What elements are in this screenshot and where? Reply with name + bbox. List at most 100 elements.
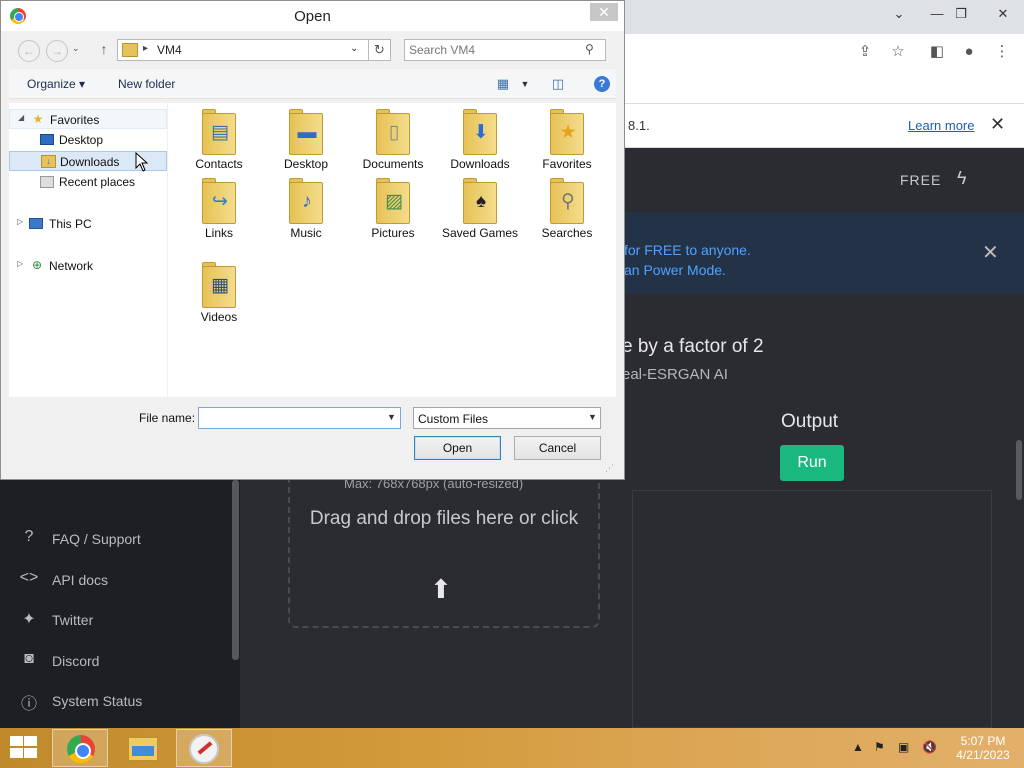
dropzone-text[interactable]: Drag and drop files here or click xyxy=(300,503,588,535)
help-icon[interactable]: ? xyxy=(594,76,610,92)
tree-item-network[interactable]: ▷ ⊕ Network xyxy=(9,256,167,276)
folder-contacts[interactable]: ▤ Contacts xyxy=(180,105,258,185)
banner-line-1[interactable]: for FREE to anyone. xyxy=(624,242,751,258)
profile-icon[interactable]: ● xyxy=(957,40,981,64)
sidebar-scrollbar[interactable] xyxy=(232,480,239,660)
folder-favorites[interactable]: ★ Favorites xyxy=(528,105,606,185)
search-box[interactable]: ⚲ xyxy=(404,39,606,61)
open-file-dialog: Open ✕ ← → ⌄ ↑ ▸ VM4 ⌄ ↻ ⚲ Organize ▾ Ne… xyxy=(0,0,625,480)
tree-item-favorites[interactable]: ◢ ★ Favorites xyxy=(9,109,167,129)
file-explorer-icon xyxy=(128,737,158,761)
folder-links[interactable]: ↪ Links xyxy=(180,174,258,254)
folder-name: Contacts xyxy=(195,157,243,171)
sidebar-item-twitter[interactable]: ✦ Twitter xyxy=(16,609,93,633)
folder-searches[interactable]: ⚲ Searches xyxy=(528,174,606,254)
search-icon[interactable]: ⚲ xyxy=(585,42,594,56)
cancel-button[interactable]: Cancel xyxy=(514,436,601,460)
volume-muted-icon[interactable]: 🔇 xyxy=(922,740,937,754)
sidebar-item-discord[interactable]: ◙ Discord xyxy=(16,650,99,674)
sidebar-item-label: FAQ / Support xyxy=(52,531,141,547)
restore-icon[interactable]: ❐ xyxy=(946,2,976,26)
action-center-flag-icon[interactable]: ⚑ xyxy=(874,740,885,754)
infobar-close-icon[interactable]: ✕ xyxy=(990,114,1005,135)
recent-locations-chevron-icon[interactable]: ⌄ xyxy=(72,43,80,54)
folder-desktop[interactable]: ▬ Desktop xyxy=(267,105,345,185)
file-name-combobox[interactable]: ▼ xyxy=(198,407,401,429)
network-icon: ⊕ xyxy=(31,258,43,272)
close-window-icon[interactable]: ✕ xyxy=(988,2,1018,26)
new-folder-button[interactable]: New folder xyxy=(118,77,175,91)
chrome-icon xyxy=(67,735,95,763)
network-tray-icon[interactable]: ▣ xyxy=(898,740,909,754)
folder-pictures[interactable]: ▨ Pictures xyxy=(354,174,432,254)
folder-saved-games[interactable]: ♠ Saved Games xyxy=(441,174,519,254)
file-name-input[interactable] xyxy=(202,410,382,426)
up-arrow-icon[interactable]: ↑ xyxy=(95,41,113,57)
tree-item-label: Recent places xyxy=(59,175,136,189)
tree-item-desktop[interactable]: Desktop xyxy=(9,130,167,150)
folder-documents[interactable]: ▯ Documents xyxy=(354,105,432,185)
contacts-folder-icon: ▤ xyxy=(202,109,236,155)
preview-pane-icon[interactable]: ◫ xyxy=(550,76,566,92)
dialog-close-button[interactable]: ✕ xyxy=(590,3,618,21)
star-icon: ★ xyxy=(32,112,44,126)
dialog-titlebar: Open ✕ xyxy=(1,1,624,31)
upload-icon[interactable]: ⬆ xyxy=(430,574,452,605)
address-path[interactable]: VM4 xyxy=(157,43,182,57)
menu-kebab-icon[interactable]: ⋮ xyxy=(990,40,1014,64)
sidebar-item-system-status[interactable]: ⓘ System Status xyxy=(16,690,142,714)
file-type-value: Custom Files xyxy=(418,412,489,426)
tree-item-this-pc[interactable]: ▷ This PC xyxy=(9,214,167,234)
folder-downloads[interactable]: ⬇ Downloads xyxy=(441,105,519,185)
folder-name: Pictures xyxy=(371,226,415,240)
search-input[interactable] xyxy=(409,42,579,58)
organize-button[interactable]: Organize ▾ xyxy=(27,77,85,91)
share-icon[interactable]: ⇪ xyxy=(853,40,877,64)
banner-close-icon[interactable]: ✕ xyxy=(982,240,999,265)
videos-folder-icon: ▦ xyxy=(202,262,236,308)
learn-more-link[interactable]: Learn more xyxy=(908,118,974,133)
tree-item-label: Downloads xyxy=(60,155,120,169)
address-dropdown-icon[interactable]: ⌄ xyxy=(350,43,358,54)
taskbar: ▲ ⚑ ▣ 🔇 5:07 PM 4/21/2023 xyxy=(0,728,1024,768)
forward-arrow-icon[interactable]: → xyxy=(46,40,68,62)
discord-icon: ◙ xyxy=(24,650,34,667)
resize-grip-icon[interactable]: ⋰ xyxy=(605,463,614,474)
chevron-down-icon[interactable]: ▼ xyxy=(588,412,597,422)
system-clock[interactable]: 5:07 PM 4/21/2023 xyxy=(950,734,1016,762)
chevron-down-icon[interactable]: ▼ xyxy=(387,412,396,422)
expand-arrow-icon[interactable]: ▷ xyxy=(17,217,23,226)
refresh-icon[interactable]: ↻ xyxy=(369,39,391,61)
change-view-icon[interactable]: ▦ xyxy=(495,76,511,92)
address-bar[interactable]: ▸ VM4 ⌄ xyxy=(117,39,369,61)
file-type-select[interactable]: Custom Files ▼ xyxy=(413,407,601,429)
sidebar-item-faq[interactable]: ? FAQ / Support xyxy=(16,528,141,552)
taskbar-chrome[interactable] xyxy=(52,729,108,767)
expand-arrow-icon[interactable]: ◢ xyxy=(18,113,24,122)
folder-videos[interactable]: ▦ Videos xyxy=(180,258,258,338)
tab-search-icon[interactable]: ⌄ xyxy=(884,2,914,26)
taskbar-paint[interactable] xyxy=(176,729,232,767)
folder-name: Searches xyxy=(541,226,593,240)
folder-name: Saved Games xyxy=(441,226,519,240)
run-button[interactable]: Run xyxy=(780,445,844,481)
open-button[interactable]: Open xyxy=(414,436,501,460)
start-button[interactable] xyxy=(8,736,38,760)
banner-line-2[interactable]: an Power Mode. xyxy=(624,262,726,278)
view-dropdown-icon[interactable]: ▼ xyxy=(517,76,533,92)
downloads-folder-icon: ↓ xyxy=(41,155,56,168)
tree-item-recent-places[interactable]: Recent places xyxy=(9,172,167,192)
mouse-cursor-icon xyxy=(135,152,149,172)
sidebar-item-api-docs[interactable]: <> API docs xyxy=(16,569,108,593)
breadcrumb-chevron-icon[interactable]: ▸ xyxy=(143,43,148,54)
folder-name: Downloads xyxy=(450,157,510,171)
bookmark-star-icon[interactable]: ☆ xyxy=(886,40,910,64)
bolt-icon[interactable]: ϟ xyxy=(957,168,967,189)
side-panel-icon[interactable]: ◧ xyxy=(925,40,949,64)
taskbar-file-explorer[interactable] xyxy=(114,729,170,767)
back-arrow-icon[interactable]: ← xyxy=(18,40,40,62)
page-scrollbar[interactable] xyxy=(1016,440,1022,500)
folder-music[interactable]: ♪ Music xyxy=(267,174,345,254)
show-hidden-icons-icon[interactable]: ▲ xyxy=(852,740,864,754)
expand-arrow-icon[interactable]: ▷ xyxy=(17,259,23,268)
